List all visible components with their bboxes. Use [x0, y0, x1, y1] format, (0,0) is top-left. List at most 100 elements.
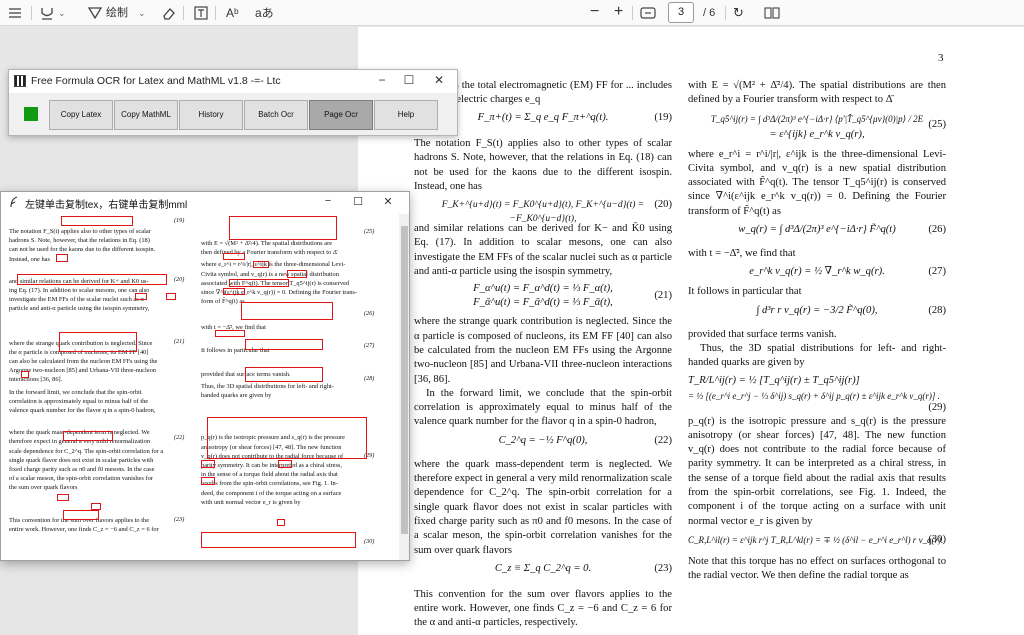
minimize-icon[interactable]: − [319, 195, 337, 207]
formula-box[interactable] [57, 494, 69, 501]
preview-line: the sum over quark flavors [9, 484, 78, 492]
formula-box[interactable] [61, 216, 133, 226]
paragraph: This convention for the sum over flavors… [414, 588, 672, 629]
eq-number: (27) [364, 342, 375, 349]
page-ocr-button[interactable]: Page Ocr [309, 100, 373, 130]
formula-box[interactable] [207, 417, 367, 459]
list-icon[interactable] [8, 4, 22, 22]
eq-number: (19) [174, 217, 185, 224]
rotate-icon[interactable]: ↻ [733, 4, 744, 22]
textbox-icon[interactable] [194, 4, 208, 22]
preview-line: valence quark number for the flavor q in… [9, 407, 156, 415]
formula-box[interactable] [253, 261, 269, 268]
help-button[interactable]: Help [374, 100, 438, 130]
toolbar-divider [183, 6, 184, 20]
paragraph: Note that this torque has no effect on s… [688, 555, 946, 582]
formula-box[interactable] [245, 339, 323, 350]
page-total: / 6 [703, 7, 716, 19]
paragraph: where the quark mass-dependent term is n… [414, 458, 672, 556]
chevron-down-icon[interactable]: ⌄ [58, 4, 66, 22]
eraser-icon[interactable] [161, 4, 175, 22]
eq-number: (25) [364, 228, 375, 235]
maximize-icon[interactable]: ☐ [349, 195, 367, 208]
ocr-title-bar[interactable]: Free Formula OCR for Latex and MathML v1… [9, 70, 457, 93]
feather-icon [10, 196, 18, 208]
formula-box[interactable] [166, 293, 176, 300]
formula-box[interactable] [201, 532, 356, 548]
formula-box[interactable] [215, 330, 245, 337]
scrollbar-thumb[interactable] [401, 226, 408, 534]
formula-box[interactable] [287, 270, 307, 278]
history-button[interactable]: History [179, 100, 243, 130]
ocr-app-window: Free Formula OCR for Latex and MathML v1… [8, 69, 458, 136]
formula-box[interactable] [229, 279, 289, 287]
formula-box[interactable] [59, 332, 137, 352]
toolbar-divider [215, 6, 216, 20]
zoom-in-icon[interactable]: + [614, 4, 623, 22]
formula-box[interactable] [245, 367, 323, 382]
page-number-input[interactable]: 3 [668, 2, 694, 23]
paragraph: with t = −Δ̄², we find that [688, 248, 796, 260]
pdf-toolbar: ⌄ 绘制 ⌄ Aᵇ aあ − + 3 / 6 ↻ [0, 0, 1024, 26]
draw-icon[interactable] [88, 4, 102, 22]
copy-latex-button[interactable]: Copy Latex [49, 100, 113, 130]
preview-line: of a scalar meson, the spin-orbit correl… [9, 475, 153, 483]
equation-28: ∫ d³r r v_q(r) = −3/2 F̃^q(0), (28) [756, 304, 946, 316]
highlight-icon[interactable] [40, 4, 54, 22]
formula-box[interactable] [229, 216, 337, 240]
toolbar-divider [725, 6, 726, 20]
formula-box[interactable] [223, 253, 245, 260]
paragraph: provided that surface terms vanish. [688, 328, 837, 340]
formula-box[interactable] [56, 254, 68, 262]
preview-line: interactions [36, 86]. [9, 376, 63, 384]
preview-line: results from the spin-orbit correlations… [201, 480, 338, 488]
formula-box[interactable] [135, 293, 147, 300]
preview-line: with unit normal vector e_r is given by [201, 498, 301, 506]
preview-line: In the forward limit, we conclude that t… [9, 388, 142, 396]
minimize-icon[interactable]: − [373, 73, 391, 87]
eq-number: (30) [364, 538, 375, 545]
formula-box[interactable] [241, 302, 333, 320]
formula-box[interactable] [277, 519, 285, 526]
zoom-out-icon[interactable]: − [590, 4, 599, 22]
formula-box[interactable] [223, 288, 245, 295]
preview-line: investigate the EM FFs of the scalar nuc… [9, 296, 144, 304]
toolbar-divider [31, 6, 32, 20]
result-page-preview[interactable]: The notation F_S(t) applies also to othe… [1, 214, 398, 560]
chevron-down-icon[interactable]: ⌄ [138, 4, 146, 22]
formula-box[interactable] [63, 510, 99, 520]
formula-box[interactable] [278, 460, 292, 468]
equation-26: w_q(r) = ∫ d³Δ/(2π)³ e^{−iΔ·r} F̃^q(t) (2… [738, 224, 946, 236]
read-aloud-icon[interactable]: Aᵇ [226, 4, 239, 22]
result-window-title: 左键单击复制tex，右键单击复制mml [25, 200, 188, 211]
paragraph: and similar relations can be derived for… [414, 223, 672, 278]
two-page-icon[interactable] [764, 4, 780, 22]
equation-23: C_z ≡ Σ_q C_2^q = 0. (23) [494, 562, 672, 574]
eq-number: (22) [174, 434, 185, 441]
equation-25: T_q5^ij(r) = ∫ d³Δ/(2π)³ e^{−iΔ·r} ⟨p′|T… [710, 113, 946, 140]
preview-line: can also be calculated from the nucleon … [9, 358, 158, 366]
batch-ocr-button[interactable]: Batch Ocr [244, 100, 308, 130]
equation-27: e_r^k v_q(r) = ½ ∇_r^k w_q(r). (27) [749, 266, 946, 278]
close-icon[interactable]: ✕ [430, 73, 448, 87]
result-scrollbar[interactable] [399, 214, 409, 560]
paragraph: Thus, the 3D spatial distributions for l… [688, 342, 946, 369]
formula-box[interactable] [201, 460, 215, 468]
formula-box[interactable] [21, 371, 29, 378]
app-icon [14, 75, 26, 87]
equation-20: F_K+^{u+d}(t) = F_K0^{u+d}(t), F_K+^{u−d… [441, 199, 672, 225]
equation-22: C_2^q = −½ F^q(0), (22) [498, 434, 672, 446]
formula-box[interactable] [91, 503, 101, 510]
paragraph: with E = √(M² + Δ̄²/4). The spatial dist… [688, 80, 946, 106]
copy-mathml-button[interactable]: Copy MathML [114, 100, 178, 130]
formula-box[interactable] [17, 274, 167, 285]
draw-label[interactable]: 绘制 [106, 4, 128, 22]
close-icon[interactable]: ✕ [379, 195, 397, 208]
result-title-bar[interactable]: 左键单击复制tex，右键单击复制mml − ☐ ✕ [1, 192, 409, 213]
translate-icon[interactable]: aあ [255, 4, 274, 22]
formula-box[interactable] [201, 477, 215, 485]
maximize-icon[interactable]: ☐ [400, 73, 418, 87]
fit-page-icon[interactable] [640, 4, 656, 22]
formula-box[interactable] [63, 431, 113, 441]
preview-line: in the sense of a torque field about the… [201, 471, 338, 479]
